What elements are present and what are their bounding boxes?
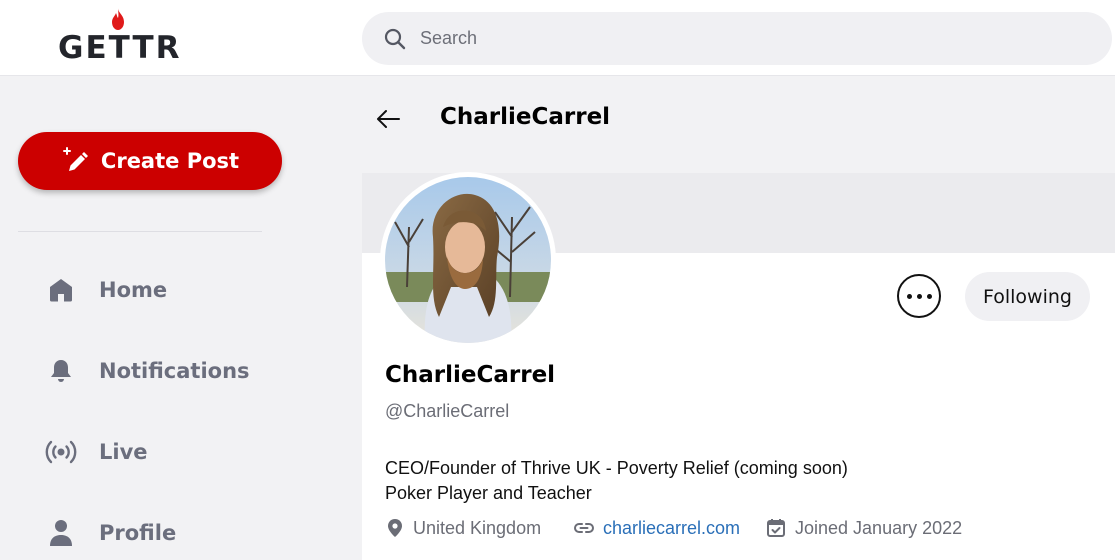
sidebar-item-label: Notifications <box>99 359 250 383</box>
more-options-button[interactable] <box>897 274 941 318</box>
sidebar-divider <box>18 231 262 232</box>
gettr-logo[interactable]: GETTR <box>58 8 188 66</box>
home-icon <box>44 277 78 303</box>
broadcast-icon <box>44 439 78 465</box>
sidebar-item-home[interactable]: Home <box>44 270 294 310</box>
sidebar-item-profile[interactable]: Profile <box>44 513 294 553</box>
bell-icon <box>44 358 78 384</box>
sidebar-item-live[interactable]: Live <box>44 432 294 472</box>
sidebar-item-label: Profile <box>99 521 177 545</box>
sidebar-item-notifications[interactable]: Notifications <box>44 351 294 391</box>
page-title: CharlieCarrel <box>440 104 611 130</box>
search-bar[interactable] <box>362 12 1112 65</box>
avatar-image <box>385 177 551 343</box>
pencil-sparkle-icon <box>61 147 89 175</box>
profile-display-name: CharlieCarrel <box>385 362 556 388</box>
flame-icon <box>112 8 124 30</box>
arrow-left-icon[interactable] <box>375 106 401 132</box>
profile-location: United Kingdom <box>386 516 541 540</box>
link-icon <box>574 521 594 535</box>
profile-joined: Joined January 2022 <box>766 516 962 540</box>
person-icon <box>44 519 78 547</box>
profile-bio-line: CEO/Founder of Thrive UK - Poverty Relie… <box>385 458 848 478</box>
search-icon <box>384 28 406 50</box>
logo-wordmark: GETTR <box>58 30 182 66</box>
calendar-check-icon <box>766 518 786 538</box>
more-horizontal-icon <box>906 293 932 299</box>
following-button[interactable]: Following <box>965 272 1090 321</box>
profile-handle: @CharlieCarrel <box>385 401 510 421</box>
location-pin-icon <box>386 518 404 538</box>
search-input[interactable] <box>420 12 1080 65</box>
create-post-button[interactable]: Create Post <box>18 132 282 190</box>
location-text: United Kingdom <box>413 517 542 538</box>
sidebar-item-label: Home <box>99 278 168 302</box>
sidebar-item-label: Live <box>99 440 148 464</box>
website-link[interactable]: charliecarrel.com <box>603 518 740 539</box>
create-post-label: Create Post <box>100 149 240 173</box>
avatar[interactable] <box>380 172 556 348</box>
profile-website[interactable]: charliecarrel.com <box>574 516 740 540</box>
joined-text: Joined January 2022 <box>795 517 963 538</box>
profile-bio-line: Poker Player and Teacher <box>385 483 592 503</box>
top-bar: GETTR <box>0 0 1115 76</box>
